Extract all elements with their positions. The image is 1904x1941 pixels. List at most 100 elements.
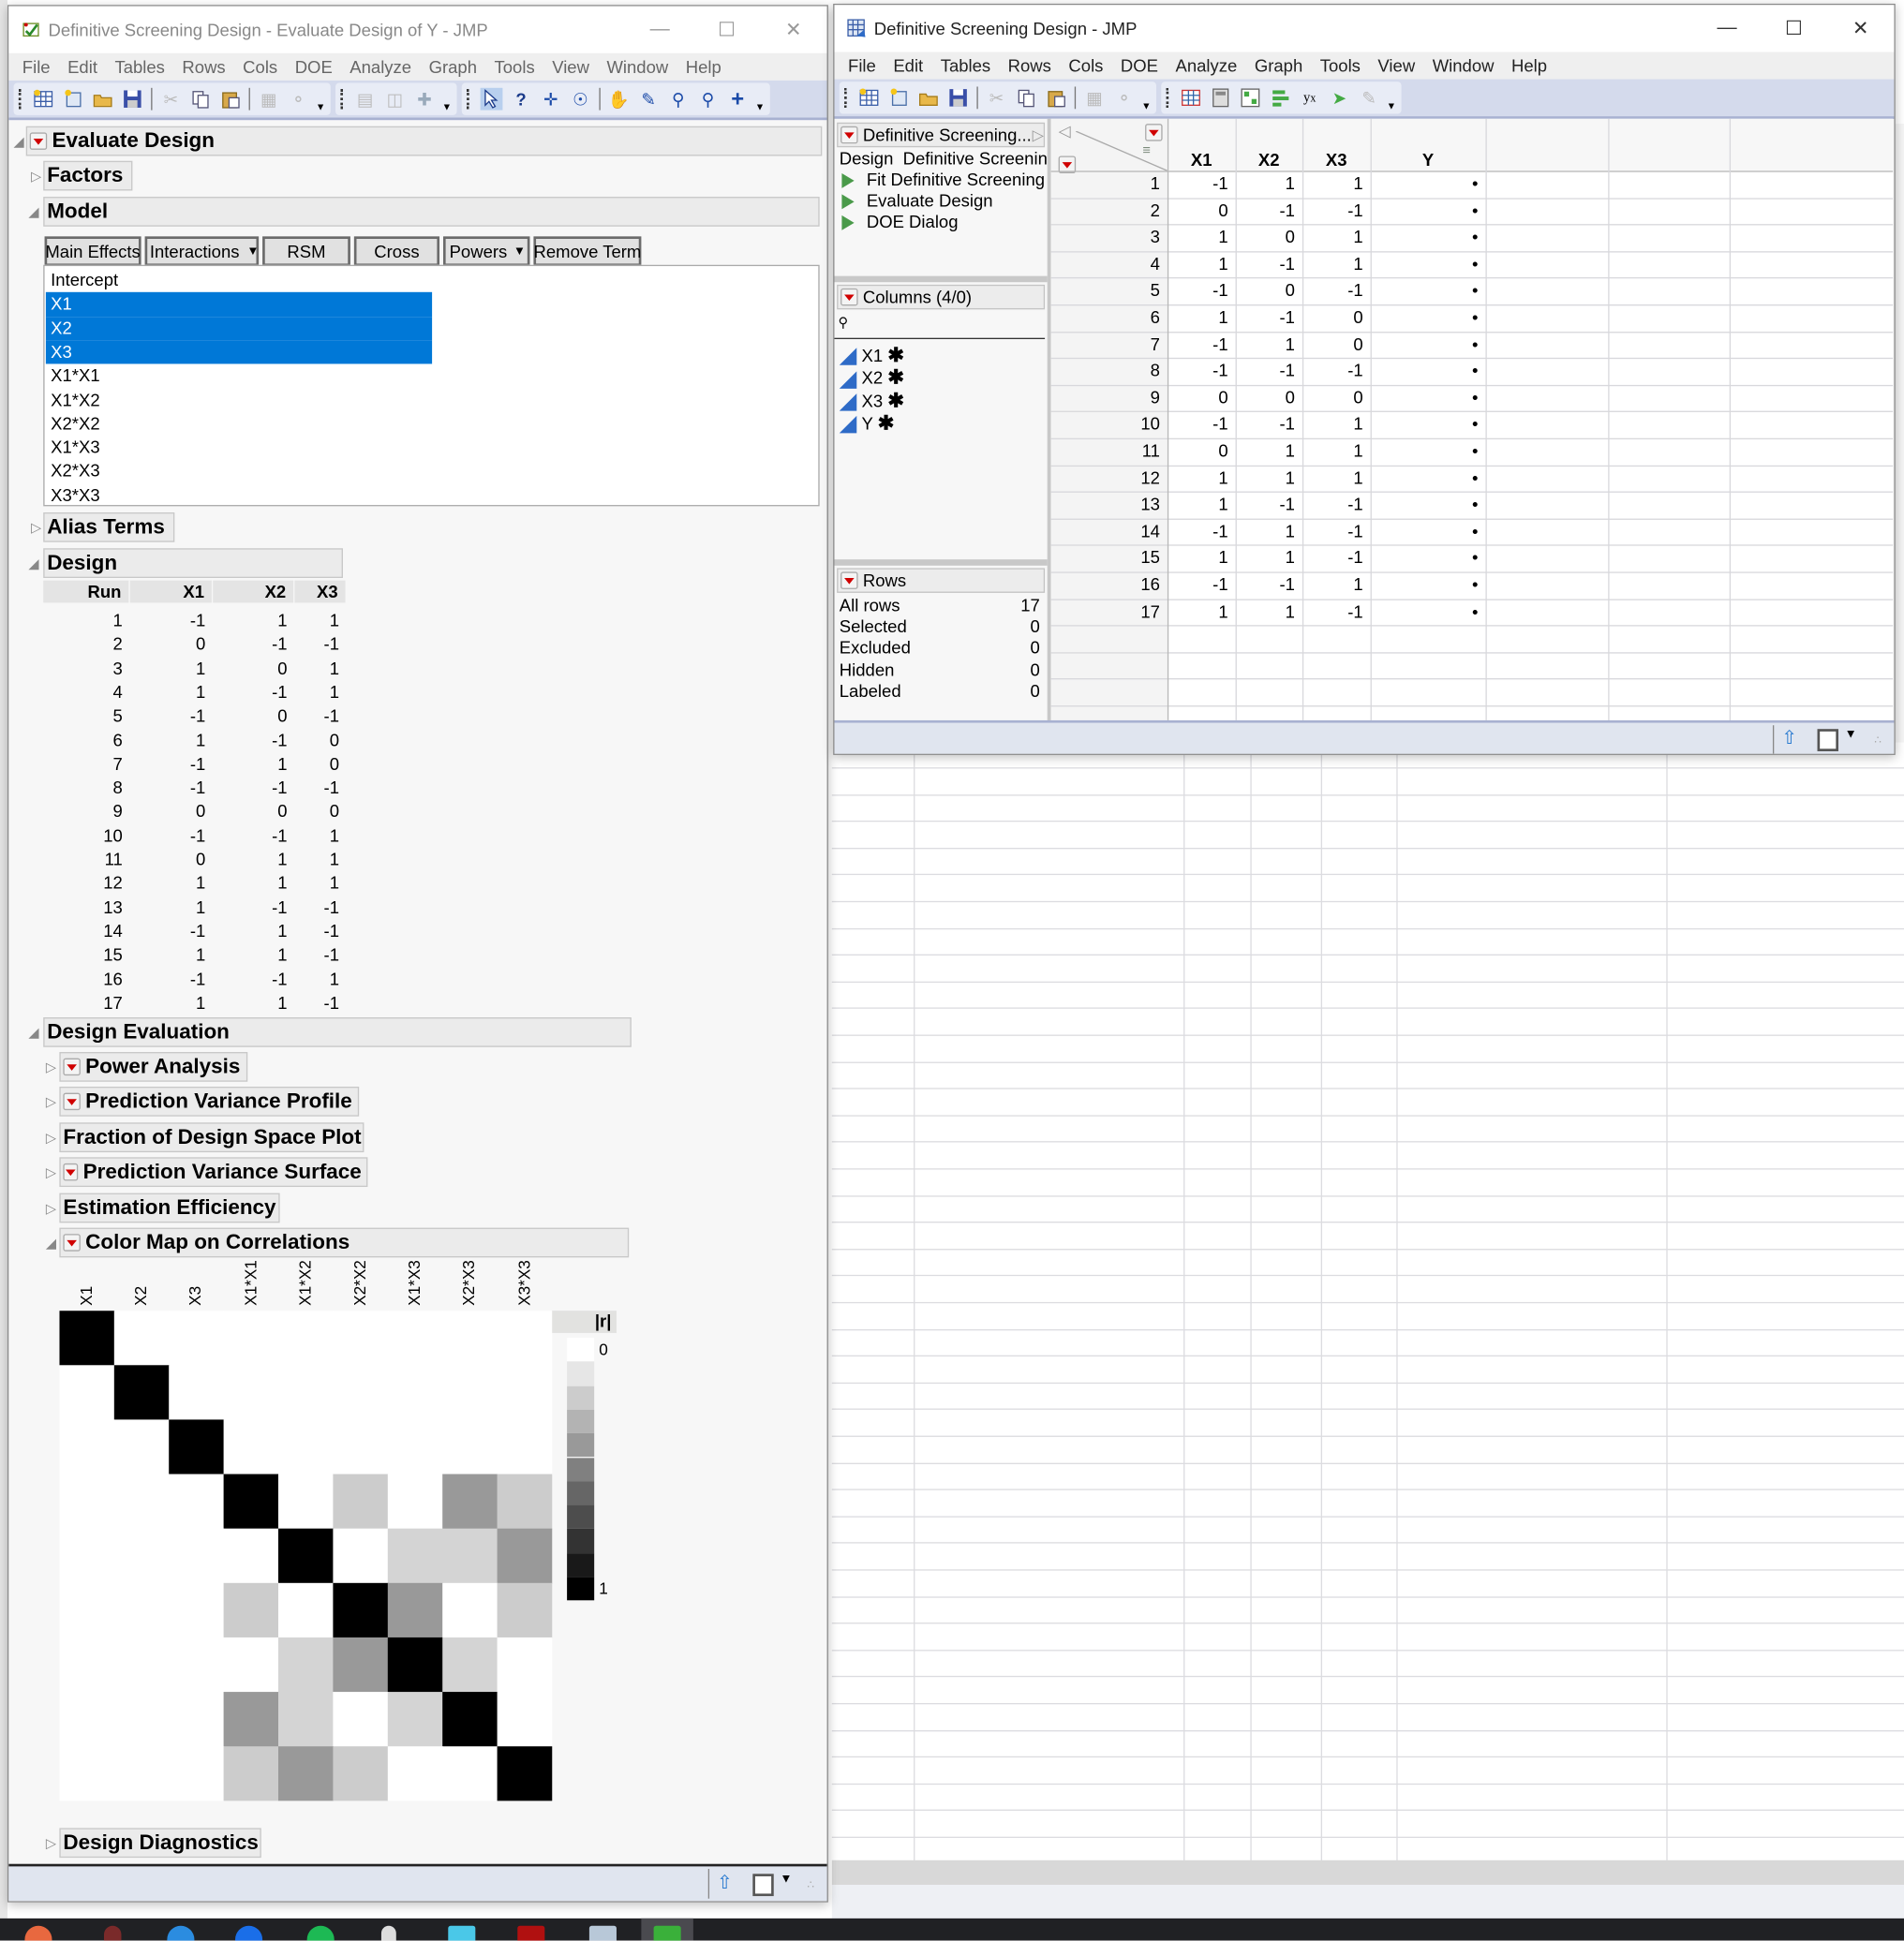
home-icon[interactable]: ⇧: [717, 1872, 733, 1893]
data-cell[interactable]: 0: [1168, 198, 1236, 225]
data-cell[interactable]: 1: [1302, 251, 1371, 278]
taskbar-app-icon[interactable]: [235, 1925, 263, 1941]
missing-value-cell[interactable]: •: [1371, 332, 1486, 359]
minimize-button[interactable]: —: [1693, 5, 1760, 52]
column-header[interactable]: [1608, 118, 1730, 171]
taskbar-app-icon[interactable]: [306, 1925, 335, 1941]
row-number[interactable]: 6: [1051, 304, 1168, 332]
toolbar-overflow-icon[interactable]: ▼: [1141, 100, 1151, 111]
data-cell[interactable]: 1: [1236, 518, 1302, 545]
table-variable-design[interactable]: Design Definitive Screenin: [840, 149, 1048, 169]
evaluation-section-header[interactable]: Prediction Variance Surface: [59, 1157, 368, 1188]
powers-button[interactable]: Powers ▼: [442, 236, 530, 267]
cut-icon[interactable]: ✂: [986, 86, 1008, 109]
run-script-icon[interactable]: [841, 194, 855, 210]
expand-triangle-icon[interactable]: ▷: [46, 1200, 56, 1216]
model-term[interactable]: X1: [45, 292, 433, 317]
data-cell[interactable]: 0: [1168, 438, 1236, 466]
red-triangle-menu-icon[interactable]: [840, 126, 858, 144]
bar-chart-icon[interactable]: [1269, 86, 1291, 109]
window-list-icon[interactable]: [752, 1874, 774, 1897]
missing-value-cell[interactable]: •: [1371, 545, 1486, 572]
data-cell[interactable]: 1: [1236, 332, 1302, 359]
expand-triangle-icon[interactable]: ▷: [46, 1094, 56, 1111]
data-cell[interactable]: 1: [1302, 571, 1371, 599]
menu-view[interactable]: View: [1369, 55, 1423, 75]
column-header[interactable]: X3: [1302, 118, 1371, 171]
model-term[interactable]: X2: [45, 316, 433, 341]
column-header[interactable]: Y: [1370, 118, 1486, 171]
columns-panel-header[interactable]: Columns (4/0): [837, 284, 1046, 310]
data-cell[interactable]: 1: [1302, 438, 1371, 466]
red-triangle-menu-icon[interactable]: [63, 1093, 81, 1111]
expand-triangle-icon[interactable]: ▷: [31, 520, 41, 536]
data-cell[interactable]: 0: [1302, 332, 1371, 359]
column-list-item[interactable]: X1 ✱: [839, 343, 904, 367]
data-cell[interactable]: -1: [1168, 170, 1236, 198]
model-term[interactable]: X1*X3: [46, 436, 99, 459]
data-cell[interactable]: 1: [1302, 170, 1371, 198]
fit-y-by-x-icon[interactable]: yx: [1299, 86, 1321, 109]
collapse-triangle-icon[interactable]: ◢: [28, 1025, 38, 1041]
data-cell[interactable]: -1: [1302, 545, 1371, 572]
data-cell[interactable]: -1: [1302, 492, 1371, 519]
expand-triangle-icon[interactable]: ▷: [31, 169, 41, 185]
resize-grip-icon[interactable]: ∴: [807, 1879, 814, 1893]
row-number[interactable]: 10: [1051, 411, 1168, 438]
data-grid[interactable]: ◁ ≡ X1 X2 X3 Y 1 -1 1 1 • 2 0 -1 -1 • 3 1 0 1 • 4 1 -1 1 • 5 -1 0 -1 •…: [1050, 118, 1894, 720]
missing-value-cell[interactable]: •: [1371, 277, 1486, 304]
data-cell[interactable]: 1: [1168, 599, 1236, 626]
data-cell[interactable]: 1: [1302, 224, 1371, 251]
design-diagnostics-header[interactable]: Design Diagnostics: [59, 1828, 261, 1859]
data-cell[interactable]: 0: [1236, 277, 1302, 304]
toolbar-overflow-icon[interactable]: ▼: [1387, 100, 1396, 111]
data-cell[interactable]: 0: [1168, 385, 1236, 412]
data-cell[interactable]: 0: [1302, 385, 1371, 412]
data-cell[interactable]: 1: [1168, 251, 1236, 278]
data-cell[interactable]: -1: [1236, 571, 1302, 599]
row-number[interactable]: 1: [1051, 170, 1168, 198]
row-number[interactable]: 16: [1051, 571, 1168, 599]
menu-help[interactable]: Help: [1503, 55, 1556, 75]
row-number[interactable]: 12: [1051, 465, 1168, 492]
model-header[interactable]: Model: [43, 197, 820, 227]
menu-tables[interactable]: Tables: [931, 55, 999, 75]
data-cell[interactable]: -1: [1168, 332, 1236, 359]
new-data-table-icon[interactable]: [858, 86, 881, 109]
row-number[interactable]: 4: [1051, 251, 1168, 278]
data-cell[interactable]: -1: [1236, 411, 1302, 438]
missing-value-cell[interactable]: •: [1371, 198, 1486, 225]
collapse-triangle-icon[interactable]: ◢: [14, 134, 24, 150]
data-cell[interactable]: 1: [1236, 438, 1302, 466]
evaluation-section-header[interactable]: Prediction Variance Profile: [59, 1087, 360, 1118]
expand-triangle-icon[interactable]: ▷: [46, 1059, 56, 1075]
missing-value-cell[interactable]: •: [1371, 170, 1486, 198]
data-cell[interactable]: 1: [1302, 465, 1371, 492]
distribution-icon[interactable]: [1239, 86, 1261, 109]
collapse-triangle-icon[interactable]: ◢: [28, 556, 38, 572]
model-term[interactable]: X1*X1: [46, 364, 99, 388]
row-number[interactable]: 5: [1051, 277, 1168, 304]
menu-rows[interactable]: Rows: [999, 55, 1060, 75]
column-property-asterisk-icon[interactable]: ✱: [878, 413, 895, 434]
open-icon[interactable]: [917, 86, 940, 109]
taskbar-app-icon[interactable]: [448, 1925, 476, 1941]
data-cell[interactable]: -1: [1168, 411, 1236, 438]
missing-value-cell[interactable]: •: [1371, 599, 1486, 626]
factors-header[interactable]: Factors: [43, 160, 133, 191]
evaluation-section-header[interactable]: Color Map on Correlations: [59, 1227, 630, 1258]
expand-triangle-icon[interactable]: ▷: [46, 1164, 56, 1181]
script-fit-definitive-screening[interactable]: Fit Definitive Screening: [841, 170, 1045, 189]
data-cell[interactable]: -1: [1168, 571, 1236, 599]
data-cell[interactable]: 0: [1236, 224, 1302, 251]
red-triangle-menu-icon[interactable]: [840, 288, 858, 306]
cross-button[interactable]: Cross: [353, 236, 440, 267]
taskbar-app-icon[interactable]: [588, 1925, 617, 1941]
missing-value-cell[interactable]: •: [1371, 438, 1486, 466]
taskbar-app-icon[interactable]: [24, 1925, 52, 1941]
column-header[interactable]: [1729, 118, 1894, 171]
missing-value-cell[interactable]: •: [1371, 224, 1486, 251]
column-property-asterisk-icon[interactable]: ✱: [887, 368, 904, 389]
taskbar-app-icon[interactable]: [103, 1925, 122, 1941]
data-cell[interactable]: -1: [1236, 304, 1302, 332]
